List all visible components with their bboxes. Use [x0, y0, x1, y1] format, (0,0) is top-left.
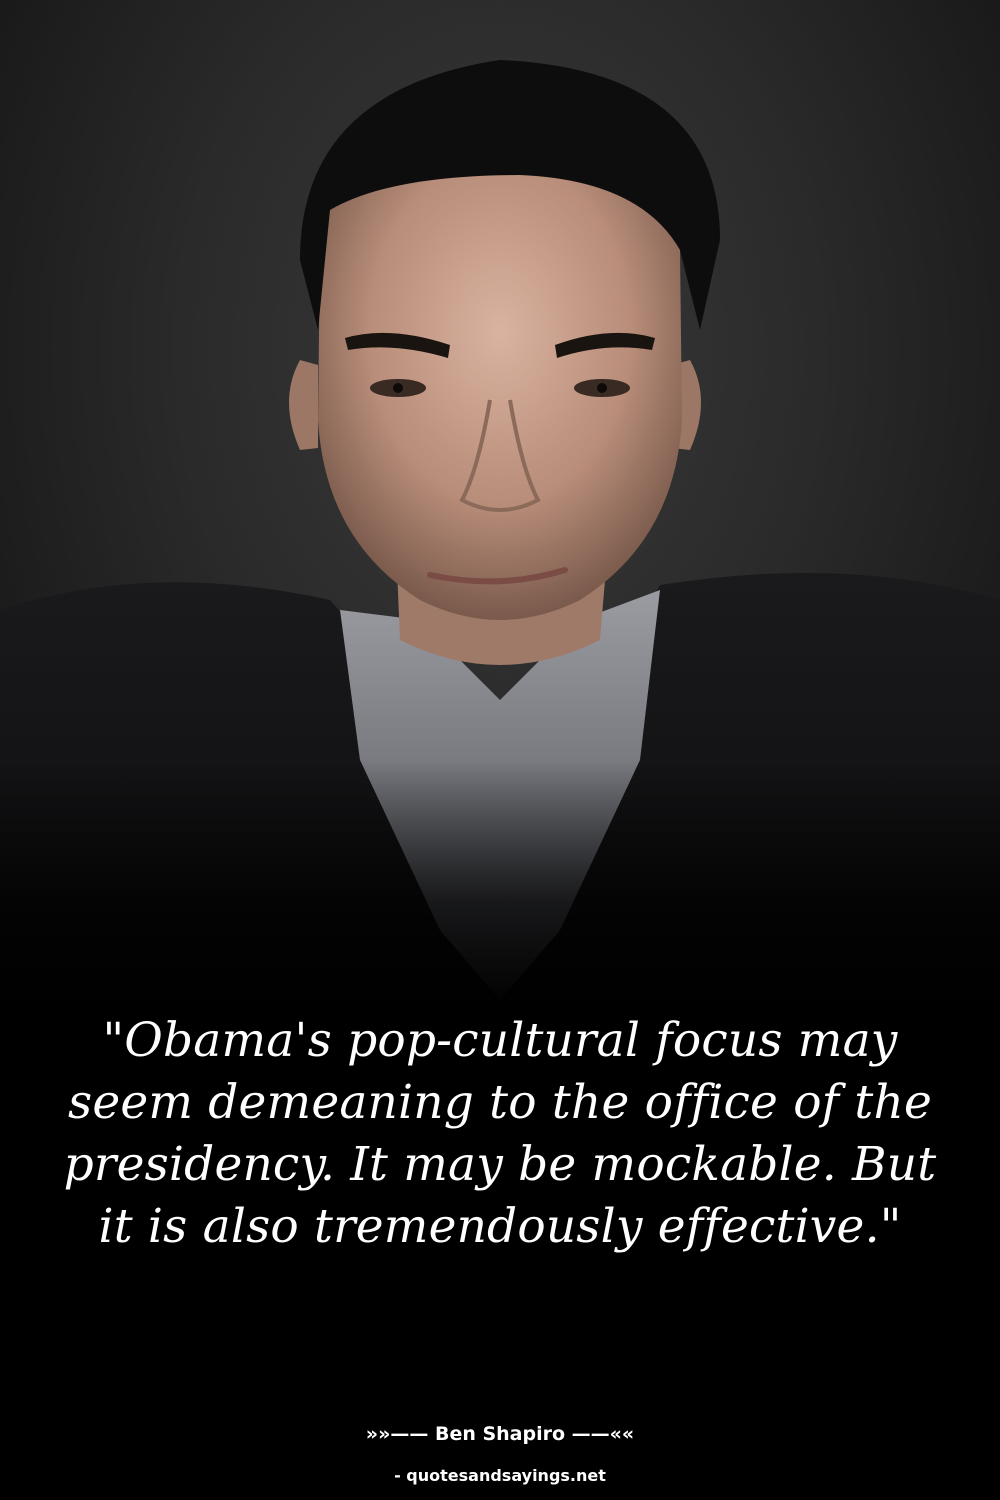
- face: [318, 140, 682, 620]
- quote-attribution: »»—— Ben Shapiro ——««: [365, 1423, 635, 1445]
- source-credit: - quotesandsayings.net: [394, 1466, 606, 1485]
- quote-text: "Obama's pop-cultural focus may seem dem…: [63, 1013, 937, 1254]
- bottom-fade: [0, 760, 1000, 1020]
- quote-poster: "Obama's pop-cultural focus may seem dem…: [0, 0, 1000, 1500]
